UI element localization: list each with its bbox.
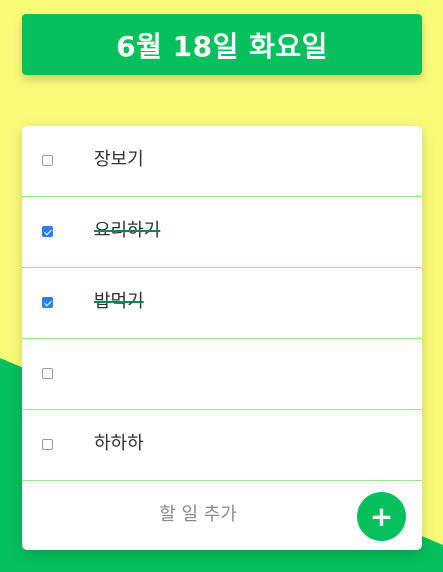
page-title: 6월 18일 화요일	[116, 29, 328, 63]
todo-list: 장보기 요리하기 밥먹기 하하하 할 일 추가 +	[22, 126, 422, 550]
todo-label[interactable]: 하하하	[94, 432, 144, 456]
todo-label[interactable]: 밥먹기	[94, 290, 144, 314]
todo-item: 하하하	[22, 410, 422, 481]
todo-checkbox[interactable]	[42, 439, 53, 450]
todo-label[interactable]: 장보기	[94, 148, 144, 172]
add-todo-button[interactable]: +	[357, 492, 406, 541]
date-header: 6월 18일 화요일	[22, 14, 422, 75]
todo-item: 장보기	[22, 126, 422, 197]
add-todo-input[interactable]: 할 일 추가	[118, 503, 278, 527]
todo-item: 요리하기	[22, 197, 422, 268]
plus-icon: +	[369, 499, 394, 533]
todo-checkbox[interactable]	[42, 226, 53, 237]
todo-checkbox[interactable]	[42, 297, 53, 308]
todo-item	[22, 339, 422, 410]
todo-label[interactable]: 요리하기	[94, 219, 160, 243]
todo-checkbox[interactable]	[42, 155, 53, 166]
todo-checkbox[interactable]	[42, 368, 53, 379]
todo-item: 밥먹기	[22, 268, 422, 339]
